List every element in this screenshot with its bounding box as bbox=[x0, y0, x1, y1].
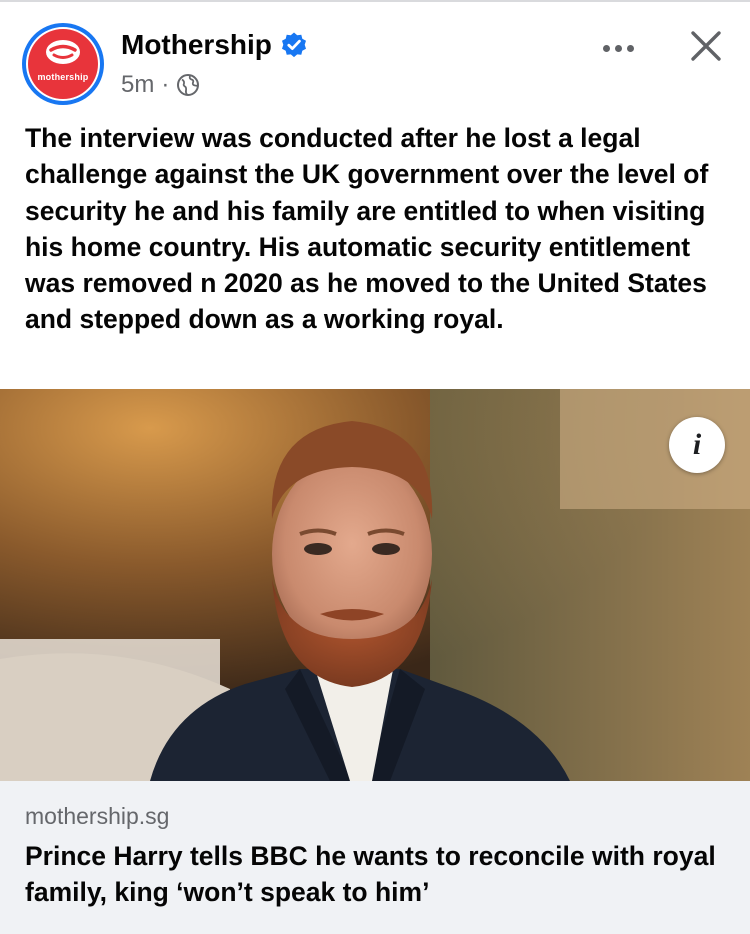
info-button[interactable]: i bbox=[669, 417, 725, 473]
more-options-icon[interactable] bbox=[596, 36, 640, 60]
more-dot bbox=[614, 44, 622, 52]
link-domain: mothership.sg bbox=[25, 803, 170, 829]
post-time[interactable]: 5m bbox=[121, 71, 154, 99]
globe-icon bbox=[177, 74, 200, 96]
avatar-logo-background: mothership bbox=[28, 29, 98, 99]
article-image[interactable] bbox=[0, 389, 750, 781]
page-name-row: Mothership bbox=[121, 29, 308, 61]
more-dot bbox=[626, 44, 634, 52]
page-avatar[interactable]: mothership bbox=[22, 23, 104, 105]
page-name[interactable]: Mothership bbox=[121, 29, 272, 61]
post-body-text: The interview was conducted after he los… bbox=[25, 123, 709, 335]
link-title[interactable]: Prince Harry tells BBC he wants to recon… bbox=[25, 838, 725, 910]
verified-badge-icon bbox=[281, 32, 306, 58]
close-icon[interactable] bbox=[688, 28, 724, 64]
meta-separator: · bbox=[161, 71, 170, 98]
more-dot bbox=[602, 44, 610, 52]
mothership-logo-icon bbox=[46, 40, 80, 64]
avatar-label: mothership bbox=[37, 72, 89, 82]
prince-harry-photo bbox=[0, 389, 750, 781]
post-meta: 5m · bbox=[121, 71, 200, 99]
